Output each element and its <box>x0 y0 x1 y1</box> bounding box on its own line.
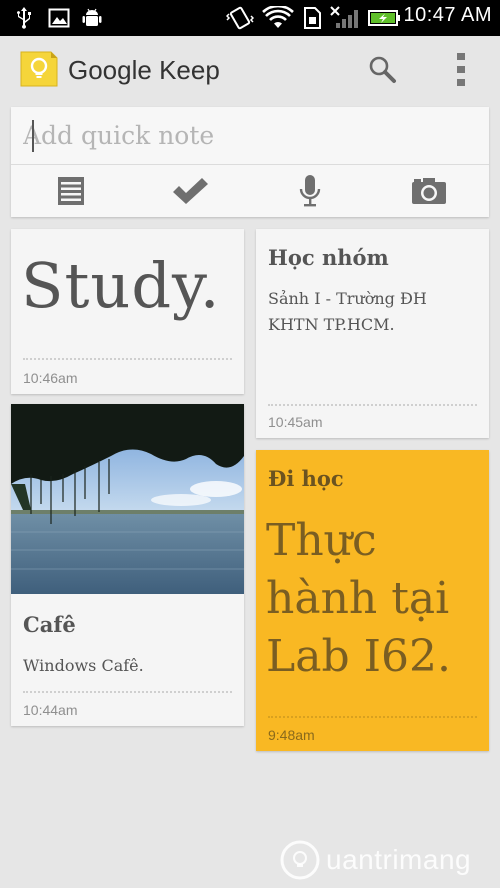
note-title: Cafê <box>23 612 76 637</box>
note-divider <box>268 716 477 718</box>
note-card-hoc-nhom[interactable]: Học nhóm Sảnh I - Trường ĐH KHTN TP.HCM.… <box>256 229 489 438</box>
app-title: Google Keep <box>68 55 220 85</box>
image-icon <box>48 8 70 28</box>
keep-logo-icon <box>20 51 58 87</box>
new-text-note-button[interactable] <box>11 165 130 217</box>
clock: 10:47 AM <box>403 4 492 26</box>
watermark: uantrimang <box>278 838 498 884</box>
search-icon[interactable] <box>366 53 400 87</box>
quick-note-bar <box>11 107 489 217</box>
note-timestamp: 9:48am <box>268 727 315 743</box>
sim-icon <box>304 7 321 29</box>
note-card-cafe[interactable]: Cafê Windows Cafê. 10:44am <box>11 404 244 726</box>
note-card-di-hoc[interactable]: Đi học Thực hành tại Lab I62. 9:48am <box>256 450 489 751</box>
quick-note-input[interactable] <box>11 107 489 164</box>
note-body: Windows Cafê. <box>23 656 144 675</box>
vibrate-icon <box>226 6 254 30</box>
status-bar: 10:47 AM <box>0 0 500 36</box>
wifi-icon <box>262 6 294 28</box>
watermark-logo-icon <box>280 840 320 880</box>
text-caret <box>32 120 34 152</box>
note-body: Sảnh I - Trường ĐH KHTN TP.HCM. <box>268 289 427 334</box>
usb-icon <box>17 7 31 29</box>
note-timestamp: 10:45am <box>268 414 323 430</box>
note-timestamp: 10:44am <box>23 702 78 718</box>
new-list-button[interactable] <box>130 165 249 217</box>
checklist-icon <box>172 178 208 204</box>
note-divider <box>23 358 232 360</box>
voice-note-button[interactable] <box>250 165 369 217</box>
app-bar: Google Keep <box>0 36 500 102</box>
camera-icon <box>411 178 446 204</box>
note-divider <box>23 691 232 693</box>
note-divider <box>268 404 477 406</box>
note-timestamp: 10:46am <box>23 370 78 386</box>
microphone-icon <box>299 175 320 207</box>
photo-note-button[interactable] <box>369 165 488 217</box>
overflow-menu-icon[interactable] <box>446 50 476 90</box>
note-title: Đi học <box>268 466 344 491</box>
note-body: Study. <box>21 249 221 322</box>
watermark-text: uantrimang <box>326 844 472 875</box>
note-card-study[interactable]: Study. 10:46am <box>11 229 244 394</box>
text-note-icon <box>57 177 84 205</box>
android-icon <box>82 8 102 26</box>
battery-charging-icon <box>368 10 400 26</box>
lake-trees-photo <box>11 404 244 594</box>
signal-icon <box>330 6 358 28</box>
note-body: Thực hành tại Lab I62. <box>266 515 451 682</box>
note-title: Học nhóm <box>268 245 389 270</box>
